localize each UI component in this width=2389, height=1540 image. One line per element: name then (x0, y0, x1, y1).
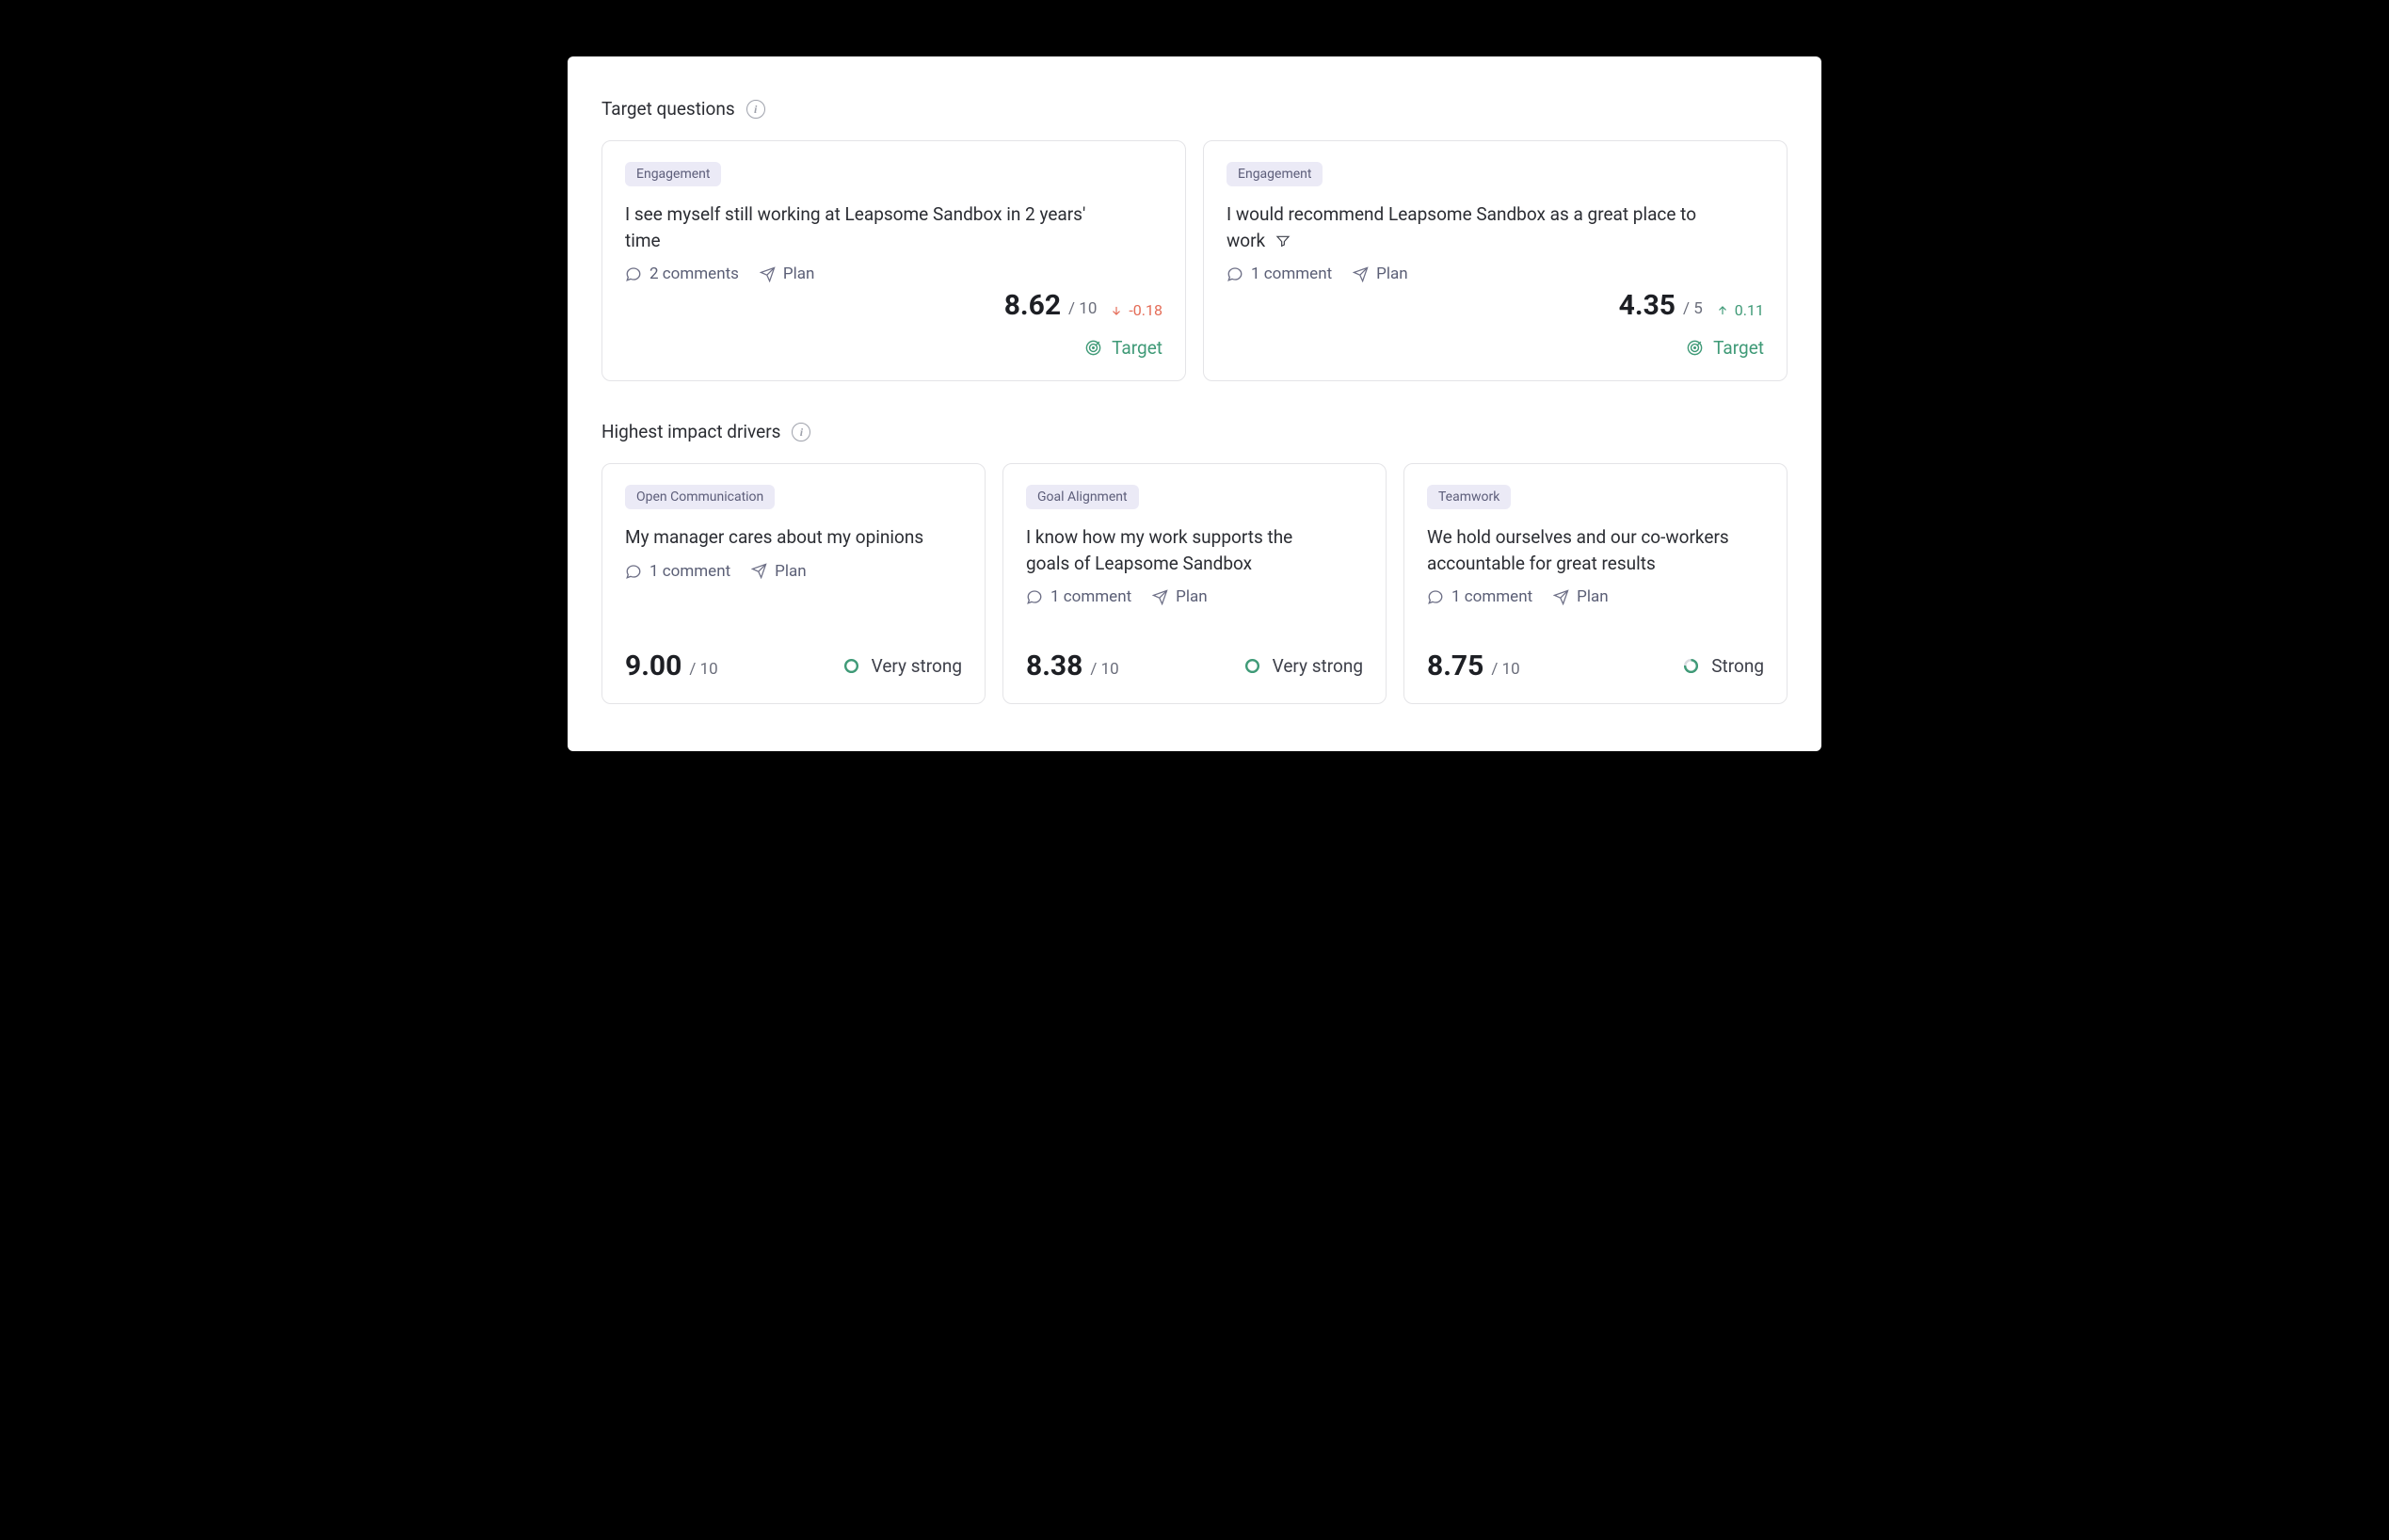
plan-icon (760, 266, 776, 282)
comment-icon (1427, 588, 1444, 605)
category-chip: Teamwork (1427, 485, 1511, 509)
target-indicator: Target (1227, 337, 1764, 359)
strength-line: 9.00 / 10 Very strong (625, 627, 962, 682)
comments-label: 1 comment (1251, 265, 1332, 283)
plan-link[interactable]: Plan (1553, 587, 1609, 606)
comment-icon (1026, 588, 1043, 605)
strength-indicator: Very strong (842, 655, 962, 677)
comments-link[interactable]: 1 comment (1427, 587, 1532, 606)
plan-icon (1553, 589, 1569, 605)
delta-value: -0.18 (1129, 301, 1162, 319)
target-indicator: Target (625, 337, 1162, 359)
plan-label: Plan (775, 562, 807, 581)
question-text: My manager cares about my opinions (625, 524, 928, 551)
strength-label: Very strong (872, 655, 962, 677)
driver-card[interactable]: Teamwork We hold ourselves and our co-wo… (1403, 463, 1788, 704)
category-chip: Goal Alignment (1026, 485, 1139, 509)
plan-label: Plan (1176, 587, 1208, 606)
score-value: 8.62 (1004, 289, 1061, 322)
strength-label: Strong (1711, 655, 1764, 677)
question-text: We hold ourselves and our co-workers acc… (1427, 524, 1730, 576)
card-meta: 1 comment Plan (1026, 587, 1363, 606)
plan-link[interactable]: Plan (760, 265, 815, 283)
score-delta: -0.18 (1110, 301, 1162, 322)
score-delta: 0.11 (1716, 301, 1764, 322)
section-title-label: Highest impact drivers (601, 421, 780, 442)
info-icon[interactable] (746, 100, 765, 119)
plan-label: Plan (1577, 587, 1609, 606)
comments-label: 1 comment (1451, 587, 1532, 606)
question-text: I see myself still working at Leapsome S… (625, 201, 1109, 253)
strength-line: 8.75 / 10 Strong (1427, 627, 1764, 682)
driver-cards-row: Open Communication My manager cares abou… (601, 463, 1788, 704)
target-icon (1686, 339, 1704, 357)
plan-icon (1353, 266, 1369, 282)
score-outof: / 10 (1068, 299, 1097, 322)
comments-link[interactable]: 1 comment (625, 562, 730, 581)
comments-label: 1 comment (649, 562, 730, 581)
score-value: 4.35 (1619, 289, 1676, 322)
comments-label: 2 comments (649, 265, 739, 283)
score-row: 8.62 / 10 -0.18 (625, 289, 1162, 322)
card-meta: 1 comment Plan (1427, 587, 1764, 606)
plan-link[interactable]: Plan (751, 562, 807, 581)
driver-card[interactable]: Open Communication My manager cares abou… (601, 463, 986, 704)
dashboard-panel: Target questions Engagement I see myself… (568, 56, 1821, 751)
category-chip: Engagement (1227, 162, 1323, 186)
score-outof: / 10 (1090, 660, 1118, 682)
comment-icon (625, 563, 642, 580)
strength-line: 8.38 / 10 Very strong (1026, 627, 1363, 682)
plan-link[interactable]: Plan (1152, 587, 1208, 606)
comments-link[interactable]: 2 comments (625, 265, 739, 283)
strength-label: Very strong (1273, 655, 1363, 677)
score-outof: / 10 (689, 660, 717, 682)
card-meta: 2 comments Plan (625, 265, 1162, 283)
target-icon (1084, 339, 1102, 357)
target-label: Target (1713, 337, 1764, 359)
score-value: 8.38 (1026, 650, 1082, 682)
plan-label: Plan (783, 265, 815, 283)
target-cards-row: Engagement I see myself still working at… (601, 140, 1788, 381)
question-text: I know how my work supports the goals of… (1026, 524, 1329, 576)
card-meta: 1 comment Plan (1227, 265, 1764, 283)
driver-card[interactable]: Goal Alignment I know how my work suppor… (1002, 463, 1387, 704)
ring-icon (1243, 657, 1261, 675)
arrow-down-icon (1110, 304, 1123, 317)
comment-icon (625, 265, 642, 282)
score-value: 9.00 (625, 650, 681, 682)
score-row: 4.35 / 5 0.11 (1227, 289, 1764, 322)
category-chip: Open Communication (625, 485, 775, 509)
plan-label: Plan (1376, 265, 1408, 283)
filter-icon[interactable] (1275, 233, 1291, 249)
ring-icon (842, 657, 860, 675)
delta-value: 0.11 (1735, 301, 1764, 319)
strength-indicator: Strong (1682, 655, 1764, 677)
target-label: Target (1112, 337, 1162, 359)
question-text: I would recommend Leapsome Sandbox as a … (1227, 201, 1710, 253)
comments-link[interactable]: 1 comment (1227, 265, 1332, 283)
section-title-target: Target questions (601, 98, 1788, 120)
score-value: 8.75 (1427, 650, 1483, 682)
info-icon[interactable] (792, 423, 810, 441)
score-outof: / 10 (1491, 660, 1519, 682)
ring-icon (1682, 657, 1700, 675)
section-title-label: Target questions (601, 98, 735, 120)
arrow-up-icon (1716, 304, 1729, 317)
target-card[interactable]: Engagement I see myself still working at… (601, 140, 1186, 381)
comments-link[interactable]: 1 comment (1026, 587, 1131, 606)
category-chip: Engagement (625, 162, 721, 186)
plan-icon (751, 563, 767, 579)
comment-icon (1227, 265, 1243, 282)
section-title-drivers: Highest impact drivers (601, 421, 1788, 442)
strength-indicator: Very strong (1243, 655, 1363, 677)
card-meta: 1 comment Plan (625, 562, 962, 581)
plan-link[interactable]: Plan (1353, 265, 1408, 283)
comments-label: 1 comment (1050, 587, 1131, 606)
plan-icon (1152, 589, 1168, 605)
target-card[interactable]: Engagement I would recommend Leapsome Sa… (1203, 140, 1788, 381)
score-outof: / 5 (1683, 299, 1703, 322)
